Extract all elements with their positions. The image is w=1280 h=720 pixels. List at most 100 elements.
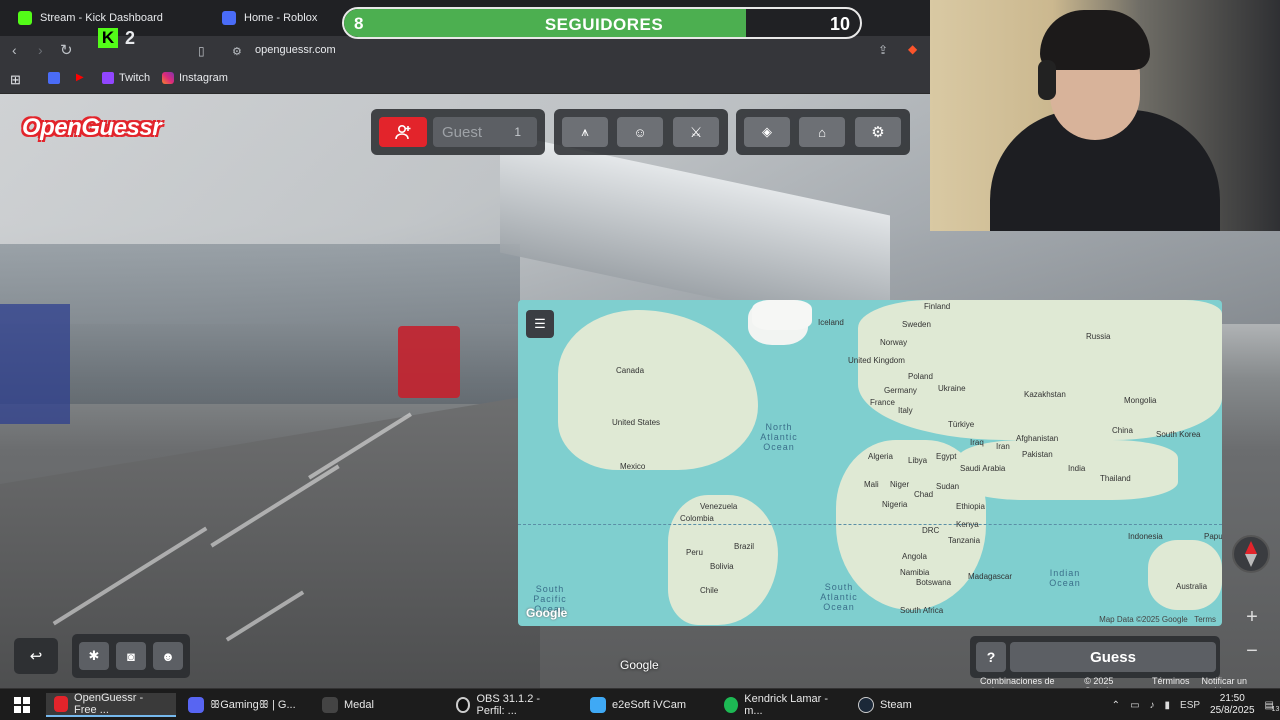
battery-icon[interactable]: ▮ (1165, 700, 1171, 711)
site-info-icon[interactable]: ⚙ (232, 45, 242, 58)
taskbar-app-spotify[interactable]: Kendrick Lamar - m... (716, 693, 846, 717)
medal-app-icon (322, 697, 338, 713)
map-label-afghanistan: Afghanistan (1016, 434, 1059, 443)
start-button[interactable] (6, 693, 38, 717)
compass-icon (1245, 541, 1257, 567)
taskbar-app-label: OpenGuessr - Free ... (74, 692, 144, 716)
taskbar-app-ivcam[interactable]: e2eSoft iVCam (582, 693, 712, 717)
map-label-namibia: Namibia (900, 568, 930, 577)
map-label-south-atlantic: South Atlantic Ocean (820, 582, 858, 612)
sliders-icon: ☰ (534, 316, 546, 331)
obs-app-icon (456, 697, 471, 713)
notifications-icon[interactable]: ▤ 13 (1265, 700, 1280, 713)
gear-icon: ⚙ (871, 124, 885, 141)
taskbar-app-discord[interactable]: ꕥGamingꕥ | G... (180, 693, 310, 717)
map-filter-button[interactable]: ☰ (526, 310, 554, 338)
layers-icon: ◈ (762, 124, 772, 139)
graduation-cap-icon: ⌂ (818, 124, 826, 140)
chevron-up-icon[interactable]: ⌃ (1112, 700, 1120, 711)
windows-logo-icon (14, 697, 30, 713)
twitch-icon (102, 72, 114, 84)
landmass-australia (1148, 540, 1222, 610)
url-field[interactable]: openguessr.com (255, 44, 336, 56)
map-label-chile: Chile (700, 586, 719, 595)
guest-count: 1 (514, 125, 521, 139)
taskbar-app-medal[interactable]: Medal (314, 693, 444, 717)
map-attribution: Map Data ©2025 Google Terms (1099, 615, 1216, 624)
clock-time: 21:50 (1219, 693, 1245, 704)
taskbar-app-obs[interactable]: OBS 31.1.2 - Perfil: ... (448, 693, 578, 717)
bookmark-label: Instagram (179, 72, 228, 84)
map-label-mexico: Mexico (620, 462, 646, 471)
zoom-in-button[interactable]: + (1240, 605, 1264, 629)
maps-button[interactable]: ◈ (744, 117, 790, 147)
bookmark-label: Twitch (119, 72, 151, 84)
bookmark-instagram[interactable]: Instagram (162, 72, 228, 84)
discord-button[interactable]: ◙ (116, 642, 146, 670)
taskbar-app-openguessr[interactable]: OpenGuessr - Free ... (46, 692, 176, 717)
clock[interactable]: 21:50 25/8/2025 (1210, 693, 1255, 717)
openguessr-logo[interactable]: OpenGuessr (22, 114, 162, 142)
compass-button[interactable] (1232, 535, 1270, 573)
bookmark-twitch[interactable]: Twitch (102, 72, 150, 84)
map-label-iran: Iran (996, 442, 1010, 451)
streamer-hair (1040, 10, 1150, 70)
network-icon[interactable]: ▭ (1130, 700, 1139, 711)
guest-name-field[interactable]: Guest 1 (433, 117, 537, 147)
ivcam-app-icon (590, 697, 606, 713)
bookmark-roblox[interactable] (48, 72, 60, 84)
share-icon[interactable]: ⇪ (878, 43, 888, 57)
map-label-poland: Poland (908, 372, 933, 381)
reload-icon[interactable]: ↻ (60, 41, 73, 59)
podium-icon: ⩚ (581, 124, 589, 139)
return-button[interactable]: ↩ (14, 638, 58, 674)
tab-kick-dashboard[interactable]: Stream - Kick Dashboard (6, 4, 175, 32)
reddit-button[interactable]: ☻ (153, 642, 183, 670)
map-label-mali: Mali (864, 480, 879, 489)
map-label-venezuela: Venezuela (700, 502, 738, 511)
learn-button[interactable]: ⌂ (799, 117, 845, 147)
roblox-icon (222, 11, 236, 25)
zoom-out-button[interactable]: − (1240, 639, 1264, 663)
followers-label: SEGUIDORES (544, 15, 664, 34)
settings-button[interactable]: ⚙ (855, 117, 901, 147)
map-label-chad: Chad (914, 490, 934, 499)
guess-map[interactable]: Finland Iceland Sweden Russia Norway Uni… (518, 300, 1222, 626)
map-label-ethiopia: Ethiopia (956, 502, 985, 511)
map-label-botswana: Botswana (916, 578, 952, 587)
language-indicator[interactable]: ESP (1180, 700, 1200, 711)
map-label-italy: Italy (898, 406, 913, 415)
taskbar-app-label: e2eSoft iVCam (612, 699, 686, 711)
report-bug-button[interactable]: ✱ (79, 642, 109, 670)
headset-icon (1038, 60, 1056, 100)
bookmark-youtube[interactable]: ▶ (76, 72, 84, 83)
brave-shield-icon[interactable]: ◆ (908, 42, 917, 56)
volume-icon[interactable]: ♪ (1150, 700, 1155, 711)
map-label-norway: Norway (880, 338, 908, 347)
multiplayer-button[interactable]: ☺ (617, 117, 663, 147)
map-google-logo: Google (526, 606, 568, 620)
forward-arrow-icon[interactable]: › (38, 42, 43, 58)
guess-button[interactable]: Guess (1010, 642, 1216, 672)
streetview-google-logo: Google (620, 658, 659, 672)
map-label-indonesia: Indonesia (1128, 532, 1163, 541)
equator-line (518, 524, 1222, 525)
bookmark-icon[interactable]: ▯ (198, 44, 205, 58)
add-player-button[interactable] (379, 117, 427, 147)
tab-roblox[interactable]: Home - Roblox (210, 4, 329, 32)
taskbar-app-label: Medal (344, 699, 374, 711)
apps-grid-icon[interactable]: ⊞ (10, 72, 21, 88)
help-button[interactable]: ? (976, 642, 1006, 672)
battle-button[interactable]: ⚔ (673, 117, 719, 147)
reddit-icon: ☻ (161, 648, 175, 664)
leaderboard-button[interactable]: ⩚ (562, 117, 608, 147)
landmass-north-america (558, 310, 758, 470)
map-terms-link[interactable]: Terms (1194, 615, 1216, 624)
taskbar-app-steam[interactable]: Steam (850, 693, 930, 717)
map-label-niger: Niger (890, 480, 910, 489)
map-label-north-atlantic: North Atlantic Ocean (760, 422, 798, 452)
map-label-sudan: Sudan (936, 482, 960, 491)
bug-icon: ✱ (88, 648, 100, 663)
map-label-nigeria: Nigeria (882, 500, 908, 509)
back-arrow-icon[interactable]: ‹ (12, 42, 17, 58)
